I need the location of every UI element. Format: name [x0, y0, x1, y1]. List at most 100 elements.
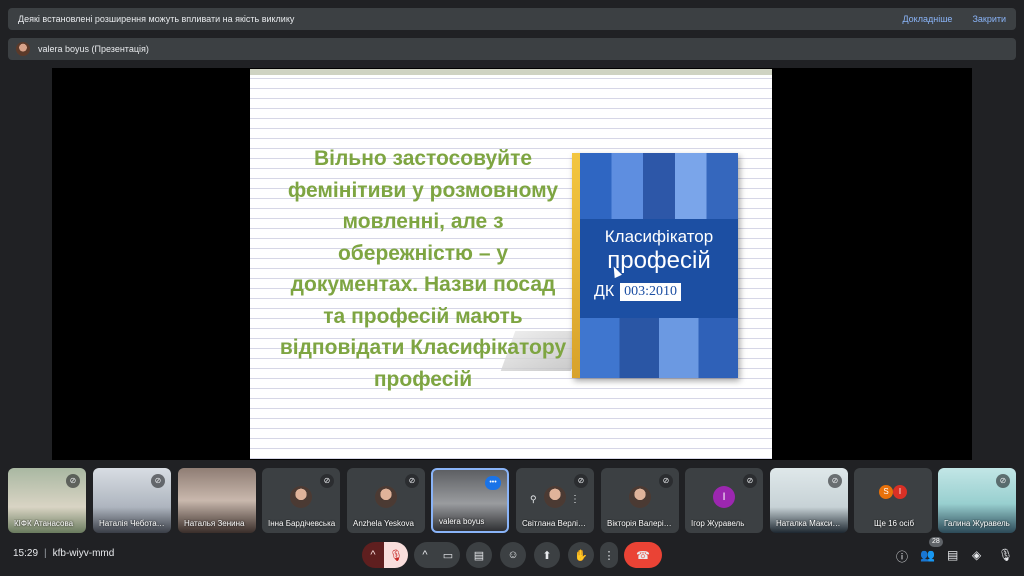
participant-name: Інна Бардічевська [268, 519, 336, 528]
mic-off-icon: ⊘ [659, 474, 673, 488]
host-controls-icon[interactable]: 🎙 [998, 548, 1013, 562]
mic-off-icon: ⊘ [405, 474, 419, 488]
audio-options-button[interactable]: ^ [362, 542, 384, 568]
mic-off-icon: ⊘ [828, 474, 842, 488]
slide-line: фемінітиви у розмовному [287, 178, 559, 202]
reactions-button[interactable]: ☺ [500, 542, 526, 568]
present-screen-icon: ⬆ [542, 549, 552, 562]
more-participants-label: Ще 16 осіб [873, 519, 915, 528]
participant-avatar [629, 486, 651, 508]
slide-line: відповідати Класифікатору [279, 336, 567, 359]
chevron-up-icon: ^ [370, 549, 376, 561]
camera-toggle-button[interactable]: ▭ [436, 542, 460, 568]
camera-icon: ▭ [442, 549, 454, 562]
participant-tile[interactable]: ⊘ Anzhela Yeskova [347, 468, 425, 533]
participant-tile-hovered[interactable]: ⊘ ⚲ ⋮ Світлана Верліцька [516, 468, 594, 533]
presenter-label: valera boyus (Презентація) [38, 44, 149, 54]
book-title: Класифікатор професій [584, 227, 734, 275]
participant-name: Наталія Чеботарьова [99, 519, 167, 528]
slide-text: Вільно застосовуйте фемінітиви у розмовн… [264, 143, 582, 395]
emoji-icon: ☺ [507, 549, 519, 561]
raise-hand-button[interactable]: ✋ [568, 542, 594, 568]
meeting-code: kfb-wiyv-mmd [52, 548, 115, 559]
meeting-time: 15:29 [13, 548, 39, 559]
mic-off-icon: ⊘ [320, 474, 334, 488]
participant-avatar [544, 486, 566, 508]
book-code: ДК 003:2010 [594, 283, 682, 301]
captions-button[interactable]: ▤ [466, 542, 492, 568]
participant-name: Anzhela Yeskova [353, 519, 414, 528]
mic-toggle-button[interactable]: 🎙 [384, 542, 408, 568]
meeting-info: 15:29 | kfb-wiyv-mmd [13, 548, 114, 559]
pin-icon[interactable]: ⚲ [530, 494, 537, 505]
participant-tile[interactable]: ⊘ Наталія Чеботарьова [93, 468, 171, 533]
book-bottom-collage [580, 318, 738, 378]
more-options-button[interactable]: ⋮ [600, 542, 618, 568]
chat-icon[interactable]: ▤ [947, 548, 958, 562]
banner-message: Деякі встановлені розширення можуть впли… [18, 14, 295, 24]
hangup-icon: ☎ [636, 549, 650, 562]
book-photo-collage [580, 153, 738, 219]
activities-icon[interactable]: ◈ [972, 548, 981, 562]
participant-name: КІФК Атанасова [14, 519, 74, 528]
close-banner-link[interactable]: Закрити [972, 14, 1006, 24]
mic-off-icon: ⊘ [66, 474, 80, 488]
participant-name: Галина Журавель [944, 519, 1010, 528]
meeting-details-icon[interactable]: ⓘ [896, 548, 908, 565]
book-title-line2: професій [607, 247, 711, 274]
participant-strip: ⊘ КІФК Атанасова ⊘ Наталія Чеботарьова Н… [8, 468, 1016, 534]
slide-line: документах. Назви посад [290, 273, 556, 296]
mic-off-icon: ⊘ [743, 474, 757, 488]
video-options-button[interactable]: ^ [414, 542, 436, 568]
classifier-book-image: Класифікатор професій ДК 003:2010 [572, 153, 738, 378]
leave-call-button[interactable]: ☎ [624, 542, 662, 568]
participant-tile-active[interactable]: ••• valera boyus [431, 468, 509, 533]
more-vert-icon: ⋮ [603, 549, 615, 562]
mic-off-icon: ⊘ [996, 474, 1010, 488]
slide-line: мовленні, але з [342, 210, 504, 233]
meeting-separator: | [44, 548, 47, 559]
book-code-number: 003:2010 [620, 283, 682, 301]
presenter-bar: valera boyus (Презентація) [8, 38, 1016, 60]
participant-name: valera boyus [439, 517, 485, 526]
captions-icon: ▤ [473, 549, 485, 562]
mic-off-icon: 🎙 [389, 549, 403, 562]
people-icon[interactable]: 👥 [920, 548, 935, 562]
slide-line: обережністю – у [337, 241, 509, 265]
participant-tile[interactable]: ⊘ І Ігор Журавель [685, 468, 763, 533]
participant-tile[interactable]: ⊘ Інна Бардічевська [262, 468, 340, 533]
participant-initial-avatar: І [713, 486, 735, 508]
participant-tile[interactable]: ⊘ Наталка Максименко [770, 468, 848, 533]
speaking-indicator-icon: ••• [485, 476, 501, 490]
participant-name: Наталья Зенина [184, 519, 245, 528]
participant-tile[interactable]: Наталья Зенина [178, 468, 256, 533]
mic-off-icon: ⊘ [151, 474, 165, 488]
participant-avatar [375, 486, 397, 508]
participant-name: Ігор Журавель [691, 519, 745, 528]
participant-avatar [290, 486, 312, 508]
participant-chip: S [879, 485, 893, 499]
participant-name: Світлана Верліцька [522, 519, 590, 528]
more-options-icon[interactable]: ⋮ [570, 494, 580, 505]
hand-icon: ✋ [574, 549, 588, 562]
learn-more-link[interactable]: Докладніше [902, 14, 952, 24]
slide-top-strip [250, 69, 772, 75]
presenter-avatar [16, 42, 30, 56]
more-participants-tile[interactable]: S I Ще 16 осіб [854, 468, 932, 533]
chevron-up-icon: ^ [422, 549, 428, 561]
people-count-badge: 28 [929, 537, 943, 547]
presentation-stage[interactable]: Вільно застосовуйте фемінітиви у розмовн… [52, 68, 972, 460]
present-button[interactable]: ⬆ [534, 542, 560, 568]
book-title-line1: Класифікатор [604, 227, 714, 246]
participant-tile[interactable]: ⊘ Галина Журавель [938, 468, 1016, 533]
participant-name: Наталка Максименко [776, 519, 844, 528]
mic-off-icon: ⊘ [574, 474, 588, 488]
participant-tile[interactable]: ⊘ КІФК Атанасова [8, 468, 86, 533]
extensions-warning-banner: Деякі встановлені розширення можуть впли… [8, 8, 1016, 30]
participant-tile[interactable]: ⊘ Вікторія Валерівна [601, 468, 679, 533]
slide: Вільно застосовуйте фемінітиви у розмовн… [250, 69, 772, 459]
slide-line: та професій мають [323, 304, 523, 328]
slide-line: професій [373, 367, 473, 391]
book-spine [572, 153, 580, 378]
participant-chip: I [893, 485, 907, 499]
